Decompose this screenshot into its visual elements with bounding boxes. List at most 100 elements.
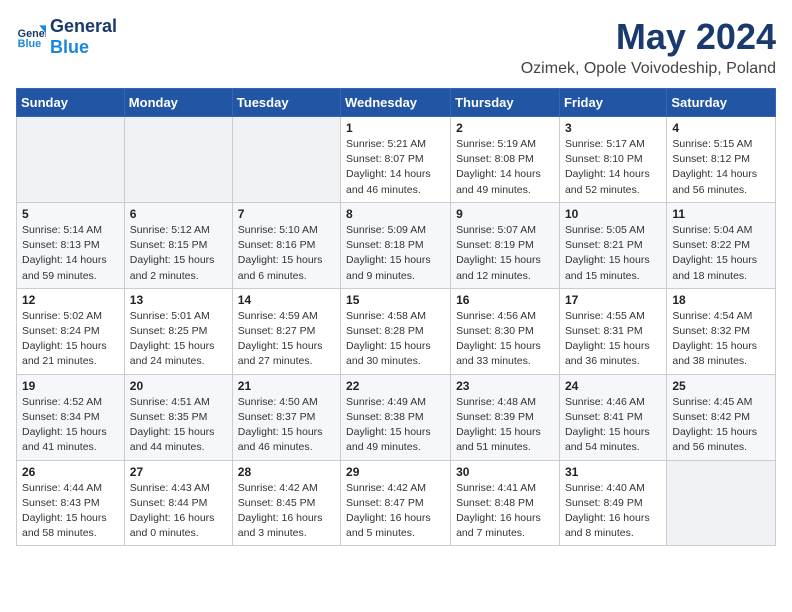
calendar-cell: 13 Sunrise: 5:01 AM Sunset: 8:25 PM Dayli… xyxy=(124,288,232,374)
calendar-cell: 3 Sunrise: 5:17 AM Sunset: 8:10 PM Daylig… xyxy=(559,117,666,203)
day-number: 14 xyxy=(238,293,335,307)
calendar-cell: 15 Sunrise: 4:58 AM Sunset: 8:28 PM Dayli… xyxy=(341,288,451,374)
day-number: 3 xyxy=(565,121,661,135)
calendar-cell: 16Sunrise: 4:56 AM Sunset: 8:30 PM Dayli… xyxy=(451,288,560,374)
calendar-cell xyxy=(17,117,125,203)
day-info: Sunrise: 4:42 AM Sunset: 8:45 PM Dayligh… xyxy=(238,481,335,542)
logo-blue-text: Blue xyxy=(50,37,117,58)
calendar-cell: 30 Sunrise: 4:41 AM Sunset: 8:48 PM Dayli… xyxy=(451,460,560,546)
calendar-cell xyxy=(124,117,232,203)
calendar-cell: 18 Sunrise: 4:54 AM Sunset: 8:32 PM Dayli… xyxy=(667,288,776,374)
day-number: 21 xyxy=(238,379,335,393)
calendar-cell: 23 Sunrise: 4:48 AM Sunset: 8:39 PM Dayli… xyxy=(451,374,560,460)
day-info: Sunrise: 4:52 AM Sunset: 8:34 PM Dayligh… xyxy=(22,395,119,456)
calendar-cell: 8Sunrise: 5:09 AM Sunset: 8:18 PM Daylig… xyxy=(341,202,451,288)
day-number: 30 xyxy=(456,465,554,479)
page-header: General Blue General Blue May 2024 Ozime… xyxy=(16,16,776,78)
day-info: Sunrise: 4:51 AM Sunset: 8:35 PM Dayligh… xyxy=(130,395,227,456)
calendar-cell: 1 Sunrise: 5:21 AM Sunset: 8:07 PM Daylig… xyxy=(341,117,451,203)
calendar-week-row: 19Sunrise: 4:52 AM Sunset: 8:34 PM Dayli… xyxy=(17,374,776,460)
calendar-cell: 14 Sunrise: 4:59 AM Sunset: 8:27 PM Dayli… xyxy=(232,288,340,374)
calendar-cell: 10Sunrise: 5:05 AM Sunset: 8:21 PM Dayli… xyxy=(559,202,666,288)
day-info: Sunrise: 5:19 AM Sunset: 8:08 PM Dayligh… xyxy=(456,137,554,198)
calendar-cell: 26Sunrise: 4:44 AM Sunset: 8:43 PM Dayli… xyxy=(17,460,125,546)
calendar-week-row: 5Sunrise: 5:14 AM Sunset: 8:13 PM Daylig… xyxy=(17,202,776,288)
day-info: Sunrise: 4:40 AM Sunset: 8:49 PM Dayligh… xyxy=(565,481,661,542)
calendar-week-row: 1 Sunrise: 5:21 AM Sunset: 8:07 PM Daylig… xyxy=(17,117,776,203)
logo: General Blue General Blue xyxy=(16,16,117,57)
weekday-header-sunday: Sunday xyxy=(17,89,125,117)
day-info: Sunrise: 4:42 AM Sunset: 8:47 PM Dayligh… xyxy=(346,481,445,542)
day-number: 25 xyxy=(672,379,770,393)
day-info: Sunrise: 5:01 AM Sunset: 8:25 PM Dayligh… xyxy=(130,309,227,370)
day-info: Sunrise: 4:48 AM Sunset: 8:39 PM Dayligh… xyxy=(456,395,554,456)
weekday-header-saturday: Saturday xyxy=(667,89,776,117)
day-number: 8 xyxy=(346,207,445,221)
day-number: 27 xyxy=(130,465,227,479)
day-info: Sunrise: 4:54 AM Sunset: 8:32 PM Dayligh… xyxy=(672,309,770,370)
calendar-cell: 6 Sunrise: 5:12 AM Sunset: 8:15 PM Daylig… xyxy=(124,202,232,288)
calendar-cell: 17 Sunrise: 4:55 AM Sunset: 8:31 PM Dayli… xyxy=(559,288,666,374)
month-title: May 2024 xyxy=(521,16,776,58)
calendar-cell: 4Sunrise: 5:15 AM Sunset: 8:12 PM Daylig… xyxy=(667,117,776,203)
day-info: Sunrise: 5:02 AM Sunset: 8:24 PM Dayligh… xyxy=(22,309,119,370)
day-number: 13 xyxy=(130,293,227,307)
day-number: 10 xyxy=(565,207,661,221)
day-number: 29 xyxy=(346,465,445,479)
calendar-cell: 9 Sunrise: 5:07 AM Sunset: 8:19 PM Daylig… xyxy=(451,202,560,288)
day-number: 17 xyxy=(565,293,661,307)
day-number: 22 xyxy=(346,379,445,393)
weekday-header-tuesday: Tuesday xyxy=(232,89,340,117)
calendar-cell: 24Sunrise: 4:46 AM Sunset: 8:41 PM Dayli… xyxy=(559,374,666,460)
day-info: Sunrise: 4:43 AM Sunset: 8:44 PM Dayligh… xyxy=(130,481,227,542)
calendar-cell xyxy=(667,460,776,546)
day-info: Sunrise: 4:45 AM Sunset: 8:42 PM Dayligh… xyxy=(672,395,770,456)
logo-general-text: General xyxy=(50,16,117,37)
weekday-header-friday: Friday xyxy=(559,89,666,117)
day-number: 18 xyxy=(672,293,770,307)
calendar-cell: 5Sunrise: 5:14 AM Sunset: 8:13 PM Daylig… xyxy=(17,202,125,288)
title-area: May 2024 Ozimek, Opole Voivodeship, Pola… xyxy=(521,16,776,78)
calendar-cell: 31Sunrise: 4:40 AM Sunset: 8:49 PM Dayli… xyxy=(559,460,666,546)
day-info: Sunrise: 4:46 AM Sunset: 8:41 PM Dayligh… xyxy=(565,395,661,456)
day-number: 20 xyxy=(130,379,227,393)
weekday-header-thursday: Thursday xyxy=(451,89,560,117)
day-number: 23 xyxy=(456,379,554,393)
day-number: 15 xyxy=(346,293,445,307)
day-info: Sunrise: 5:07 AM Sunset: 8:19 PM Dayligh… xyxy=(456,223,554,284)
day-info: Sunrise: 4:55 AM Sunset: 8:31 PM Dayligh… xyxy=(565,309,661,370)
weekday-header-monday: Monday xyxy=(124,89,232,117)
calendar-cell: 2 Sunrise: 5:19 AM Sunset: 8:08 PM Daylig… xyxy=(451,117,560,203)
calendar-cell: 20 Sunrise: 4:51 AM Sunset: 8:35 PM Dayli… xyxy=(124,374,232,460)
day-number: 6 xyxy=(130,207,227,221)
day-info: Sunrise: 5:21 AM Sunset: 8:07 PM Dayligh… xyxy=(346,137,445,198)
day-number: 12 xyxy=(22,293,119,307)
day-number: 16 xyxy=(456,293,554,307)
day-info: Sunrise: 4:59 AM Sunset: 8:27 PM Dayligh… xyxy=(238,309,335,370)
calendar-cell: 19Sunrise: 4:52 AM Sunset: 8:34 PM Dayli… xyxy=(17,374,125,460)
day-info: Sunrise: 5:12 AM Sunset: 8:15 PM Dayligh… xyxy=(130,223,227,284)
day-info: Sunrise: 4:49 AM Sunset: 8:38 PM Dayligh… xyxy=(346,395,445,456)
day-number: 7 xyxy=(238,207,335,221)
calendar-cell: 29 Sunrise: 4:42 AM Sunset: 8:47 PM Dayli… xyxy=(341,460,451,546)
day-info: Sunrise: 4:50 AM Sunset: 8:37 PM Dayligh… xyxy=(238,395,335,456)
calendar-cell: 7 Sunrise: 5:10 AM Sunset: 8:16 PM Daylig… xyxy=(232,202,340,288)
day-number: 1 xyxy=(346,121,445,135)
calendar-cell xyxy=(232,117,340,203)
day-info: Sunrise: 5:17 AM Sunset: 8:10 PM Dayligh… xyxy=(565,137,661,198)
day-number: 9 xyxy=(456,207,554,221)
day-number: 2 xyxy=(456,121,554,135)
day-info: Sunrise: 5:04 AM Sunset: 8:22 PM Dayligh… xyxy=(672,223,770,284)
calendar-table: SundayMondayTuesdayWednesdayThursdayFrid… xyxy=(16,88,776,546)
day-number: 11 xyxy=(672,207,770,221)
calendar-cell: 28Sunrise: 4:42 AM Sunset: 8:45 PM Dayli… xyxy=(232,460,340,546)
svg-text:Blue: Blue xyxy=(18,38,41,50)
day-info: Sunrise: 5:15 AM Sunset: 8:12 PM Dayligh… xyxy=(672,137,770,198)
day-info: Sunrise: 4:41 AM Sunset: 8:48 PM Dayligh… xyxy=(456,481,554,542)
calendar-cell: 21 Sunrise: 4:50 AM Sunset: 8:37 PM Dayli… xyxy=(232,374,340,460)
day-info: Sunrise: 4:58 AM Sunset: 8:28 PM Dayligh… xyxy=(346,309,445,370)
day-info: Sunrise: 4:44 AM Sunset: 8:43 PM Dayligh… xyxy=(22,481,119,542)
location-subtitle: Ozimek, Opole Voivodeship, Poland xyxy=(521,60,776,78)
calendar-cell: 11 Sunrise: 5:04 AM Sunset: 8:22 PM Dayli… xyxy=(667,202,776,288)
day-info: Sunrise: 5:10 AM Sunset: 8:16 PM Dayligh… xyxy=(238,223,335,284)
